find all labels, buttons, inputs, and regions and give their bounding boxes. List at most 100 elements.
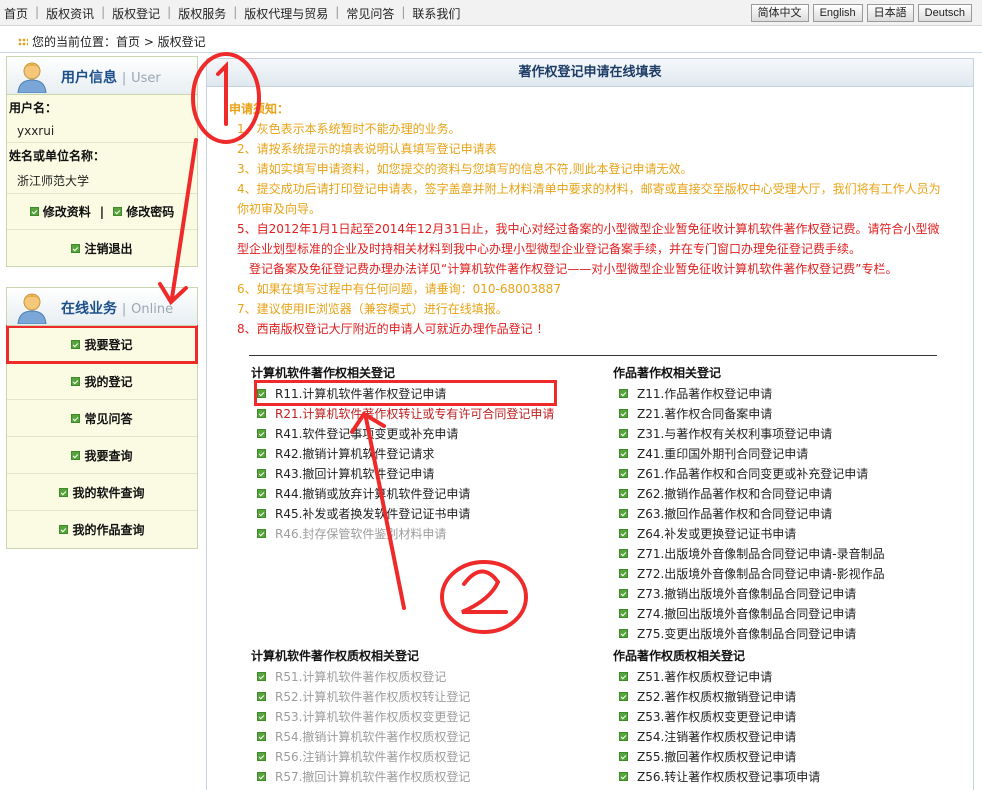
bullet-icon — [619, 608, 628, 618]
lang-german-button[interactable]: Deutsch — [917, 4, 972, 22]
link-r43[interactable]: R43.撤回计算机软件登记申请 — [257, 463, 554, 483]
link-z62[interactable]: Z62.撤销作品著作权和合同登记申请 — [619, 483, 885, 503]
nav-services[interactable]: 版权服务 — [178, 5, 226, 22]
notice-title: 申请须知： — [229, 102, 290, 116]
profile-links: 修改资料 | 修改密码 — [7, 194, 197, 230]
bullet-icon — [619, 671, 628, 681]
link-z53[interactable]: Z53.著作权质权变更登记申请 — [619, 706, 820, 726]
bullet-icon — [619, 548, 628, 558]
online-business-box: 在线业务 | Online 我要登记 我的登记 常见问答 我要查询 我的软件查询… — [6, 287, 198, 549]
notice-item: 6、如果在填写过程中有任何问题，请垂询：010-68003887 — [237, 282, 561, 296]
lang-chinese-button[interactable]: 简体中文 — [750, 4, 809, 22]
link-z61[interactable]: Z61.作品著作权和合同变更或补充登记申请 — [619, 463, 885, 483]
link-z56[interactable]: Z56.转让著作权质权登记事项申请 — [619, 766, 820, 786]
edit-profile-link[interactable]: 修改资料 — [43, 203, 91, 220]
menu-software-query[interactable]: 我的软件查询 — [7, 474, 197, 511]
software-pledge-list: R51.计算机软件著作权质权登记 R52.计算机软件著作权质权转让登记 R53.… — [257, 666, 470, 786]
nav-home[interactable]: 首页 — [4, 5, 28, 22]
menu-faq[interactable]: 常见问答 — [7, 400, 197, 437]
user-avatar-icon — [17, 62, 47, 93]
notice-item: 2、请按系统提示的填表说明认真填写登记申请表 — [237, 142, 497, 156]
nav-registration[interactable]: 版权登记 — [112, 5, 160, 22]
bullet-icon — [257, 388, 266, 398]
bullet-icon — [257, 528, 266, 538]
bullet-icon — [619, 468, 628, 478]
link-z51[interactable]: Z51.著作权质权登记申请 — [619, 666, 820, 686]
link-z72[interactable]: Z72.出版境外音像制品合同登记申请-影视作品 — [619, 563, 885, 583]
bullet-icon — [59, 525, 69, 534]
link-z55[interactable]: Z55.撤回著作权质权登记申请 — [619, 746, 820, 766]
menu-register[interactable]: 我要登记 — [6, 325, 198, 364]
link-r11[interactable]: R11.计算机软件著作权登记申请 — [253, 380, 558, 406]
nav-agency-trade[interactable]: 版权代理与贸易 — [244, 5, 328, 22]
breadcrumb: 您的当前位置：首页 > 版权登记 — [18, 33, 206, 50]
username-value: yxxrui — [7, 120, 197, 143]
logout-row: 注销退出 — [7, 230, 197, 266]
link-z63[interactable]: Z63.撤回作品著作权和合同登记申请 — [619, 503, 885, 523]
nav-contact[interactable]: 联系我们 — [412, 5, 460, 22]
notice-item: 1、灰色表示本系统暂时不能办理的业务。 — [237, 122, 461, 136]
bullet-icon — [619, 588, 628, 598]
link-r53: R53.计算机软件著作权质权变更登记 — [257, 706, 470, 726]
link-z52[interactable]: Z52.著作权质权撤销登记申请 — [619, 686, 820, 706]
link-z21[interactable]: Z21.著作权合同备案申请 — [619, 403, 885, 423]
link-r44[interactable]: R44.撤销或放弃计算机软件登记申请 — [257, 483, 554, 503]
bullet-icon — [619, 528, 628, 538]
link-z75[interactable]: Z75.变更出版境外音像制品合同登记申请 — [619, 623, 885, 643]
top-nav-bar: 首页 | 版权资讯 | 版权登记 | 版权服务 | 版权代理与贸易 | 常见问答 | 联系我… — [0, 0, 982, 26]
link-r52: R52.计算机软件著作权质权转让登记 — [257, 686, 470, 706]
bullet-icon — [257, 731, 266, 741]
bullet-icon — [619, 568, 628, 578]
user-avatar-icon — [17, 293, 47, 324]
bullet-icon — [257, 751, 266, 761]
nav-separator: | — [233, 5, 238, 19]
menu-works-query[interactable]: 我的作品查询 — [7, 511, 197, 548]
edit-password-link[interactable]: 修改密码 — [126, 203, 174, 220]
software-section-title: 计算机软件著作权相关登记 — [251, 366, 396, 380]
bullet-icon — [257, 428, 266, 438]
bullet-icon — [71, 450, 81, 460]
menu-my-registrations[interactable]: 我的登记 — [7, 363, 197, 400]
link-z74[interactable]: Z74.撤回出版境外音像制品合同登记申请 — [619, 603, 885, 623]
link-r41[interactable]: R41.软件登记事项变更或补充申请 — [257, 423, 554, 443]
link-r21[interactable]: R21.计算机软件著作权转让或专有许可合同登记申请 — [257, 403, 554, 423]
nav-news[interactable]: 版权资讯 — [46, 5, 94, 22]
link-r42[interactable]: R42.撤销计算机软件登记请求 — [257, 443, 554, 463]
menu-query[interactable]: 我要查询 — [7, 437, 197, 474]
bullet-icon — [257, 771, 266, 781]
link-z73[interactable]: Z73.撤销出版境外音像制品合同登记申请 — [619, 583, 885, 603]
bullet-icon — [71, 243, 81, 253]
link-z71[interactable]: Z71.出版境外音像制品合同登记申请-录音制品 — [619, 543, 885, 563]
lang-japanese-button[interactable]: 日本語 — [866, 4, 914, 22]
bullet-icon — [257, 448, 266, 458]
nav-separator: | — [35, 5, 40, 19]
bullet-icon — [619, 428, 628, 438]
link-z41[interactable]: Z41.重印国外期刊合同登记申请 — [619, 443, 885, 463]
link-z11[interactable]: Z11.作品著作权登记申请 — [619, 383, 885, 403]
bullet-icon — [71, 339, 81, 349]
logout-link[interactable]: 注销退出 — [84, 240, 132, 257]
link-z31[interactable]: Z31.与著作权有关权利事项登记申请 — [619, 423, 885, 443]
bullet-icon — [29, 207, 39, 216]
breadcrumb-bar: 您的当前位置：首页 > 版权登记 — [0, 27, 982, 53]
lang-english-button[interactable]: English — [812, 4, 863, 22]
link-r45[interactable]: R45.补发或者换发软件登记证书申请 — [257, 503, 554, 523]
language-switcher: 简体中文 English 日本語 Deutsch — [750, 4, 972, 22]
bullet-icon — [113, 207, 123, 216]
sidebar: 用户信息 | User 用户名： yxxrui 姓名或单位名称： 浙江师范大学 … — [6, 56, 198, 549]
section-divider — [249, 355, 937, 356]
nav-separator: | — [101, 5, 106, 19]
online-business-subtitle: Online — [131, 302, 174, 317]
notice-item: 8、西南版权登记大厅附近的申请人可就近办理作品登记 ！ — [237, 322, 549, 336]
software-pledge-title: 计算机软件著作权质权相关登记 — [251, 649, 420, 663]
page-title: 著作权登记申请在线填表 — [207, 59, 973, 87]
works-pledge-list: Z51.著作权质权登记申请 Z52.著作权质权撤销登记申请 Z53.著作权质权变… — [619, 666, 820, 786]
link-z64[interactable]: Z64.补发或更换登记证书申请 — [619, 523, 885, 543]
link-z54[interactable]: Z54.注销著作权质权登记申请 — [619, 726, 820, 746]
user-info-title: 用户信息 | User — [61, 70, 161, 86]
bullet-icon — [619, 508, 628, 518]
bullet-icon — [619, 488, 628, 498]
nav-faq[interactable]: 常见问答 — [346, 5, 394, 22]
nav-separator: | — [335, 5, 340, 19]
bullet-icon — [257, 508, 266, 518]
